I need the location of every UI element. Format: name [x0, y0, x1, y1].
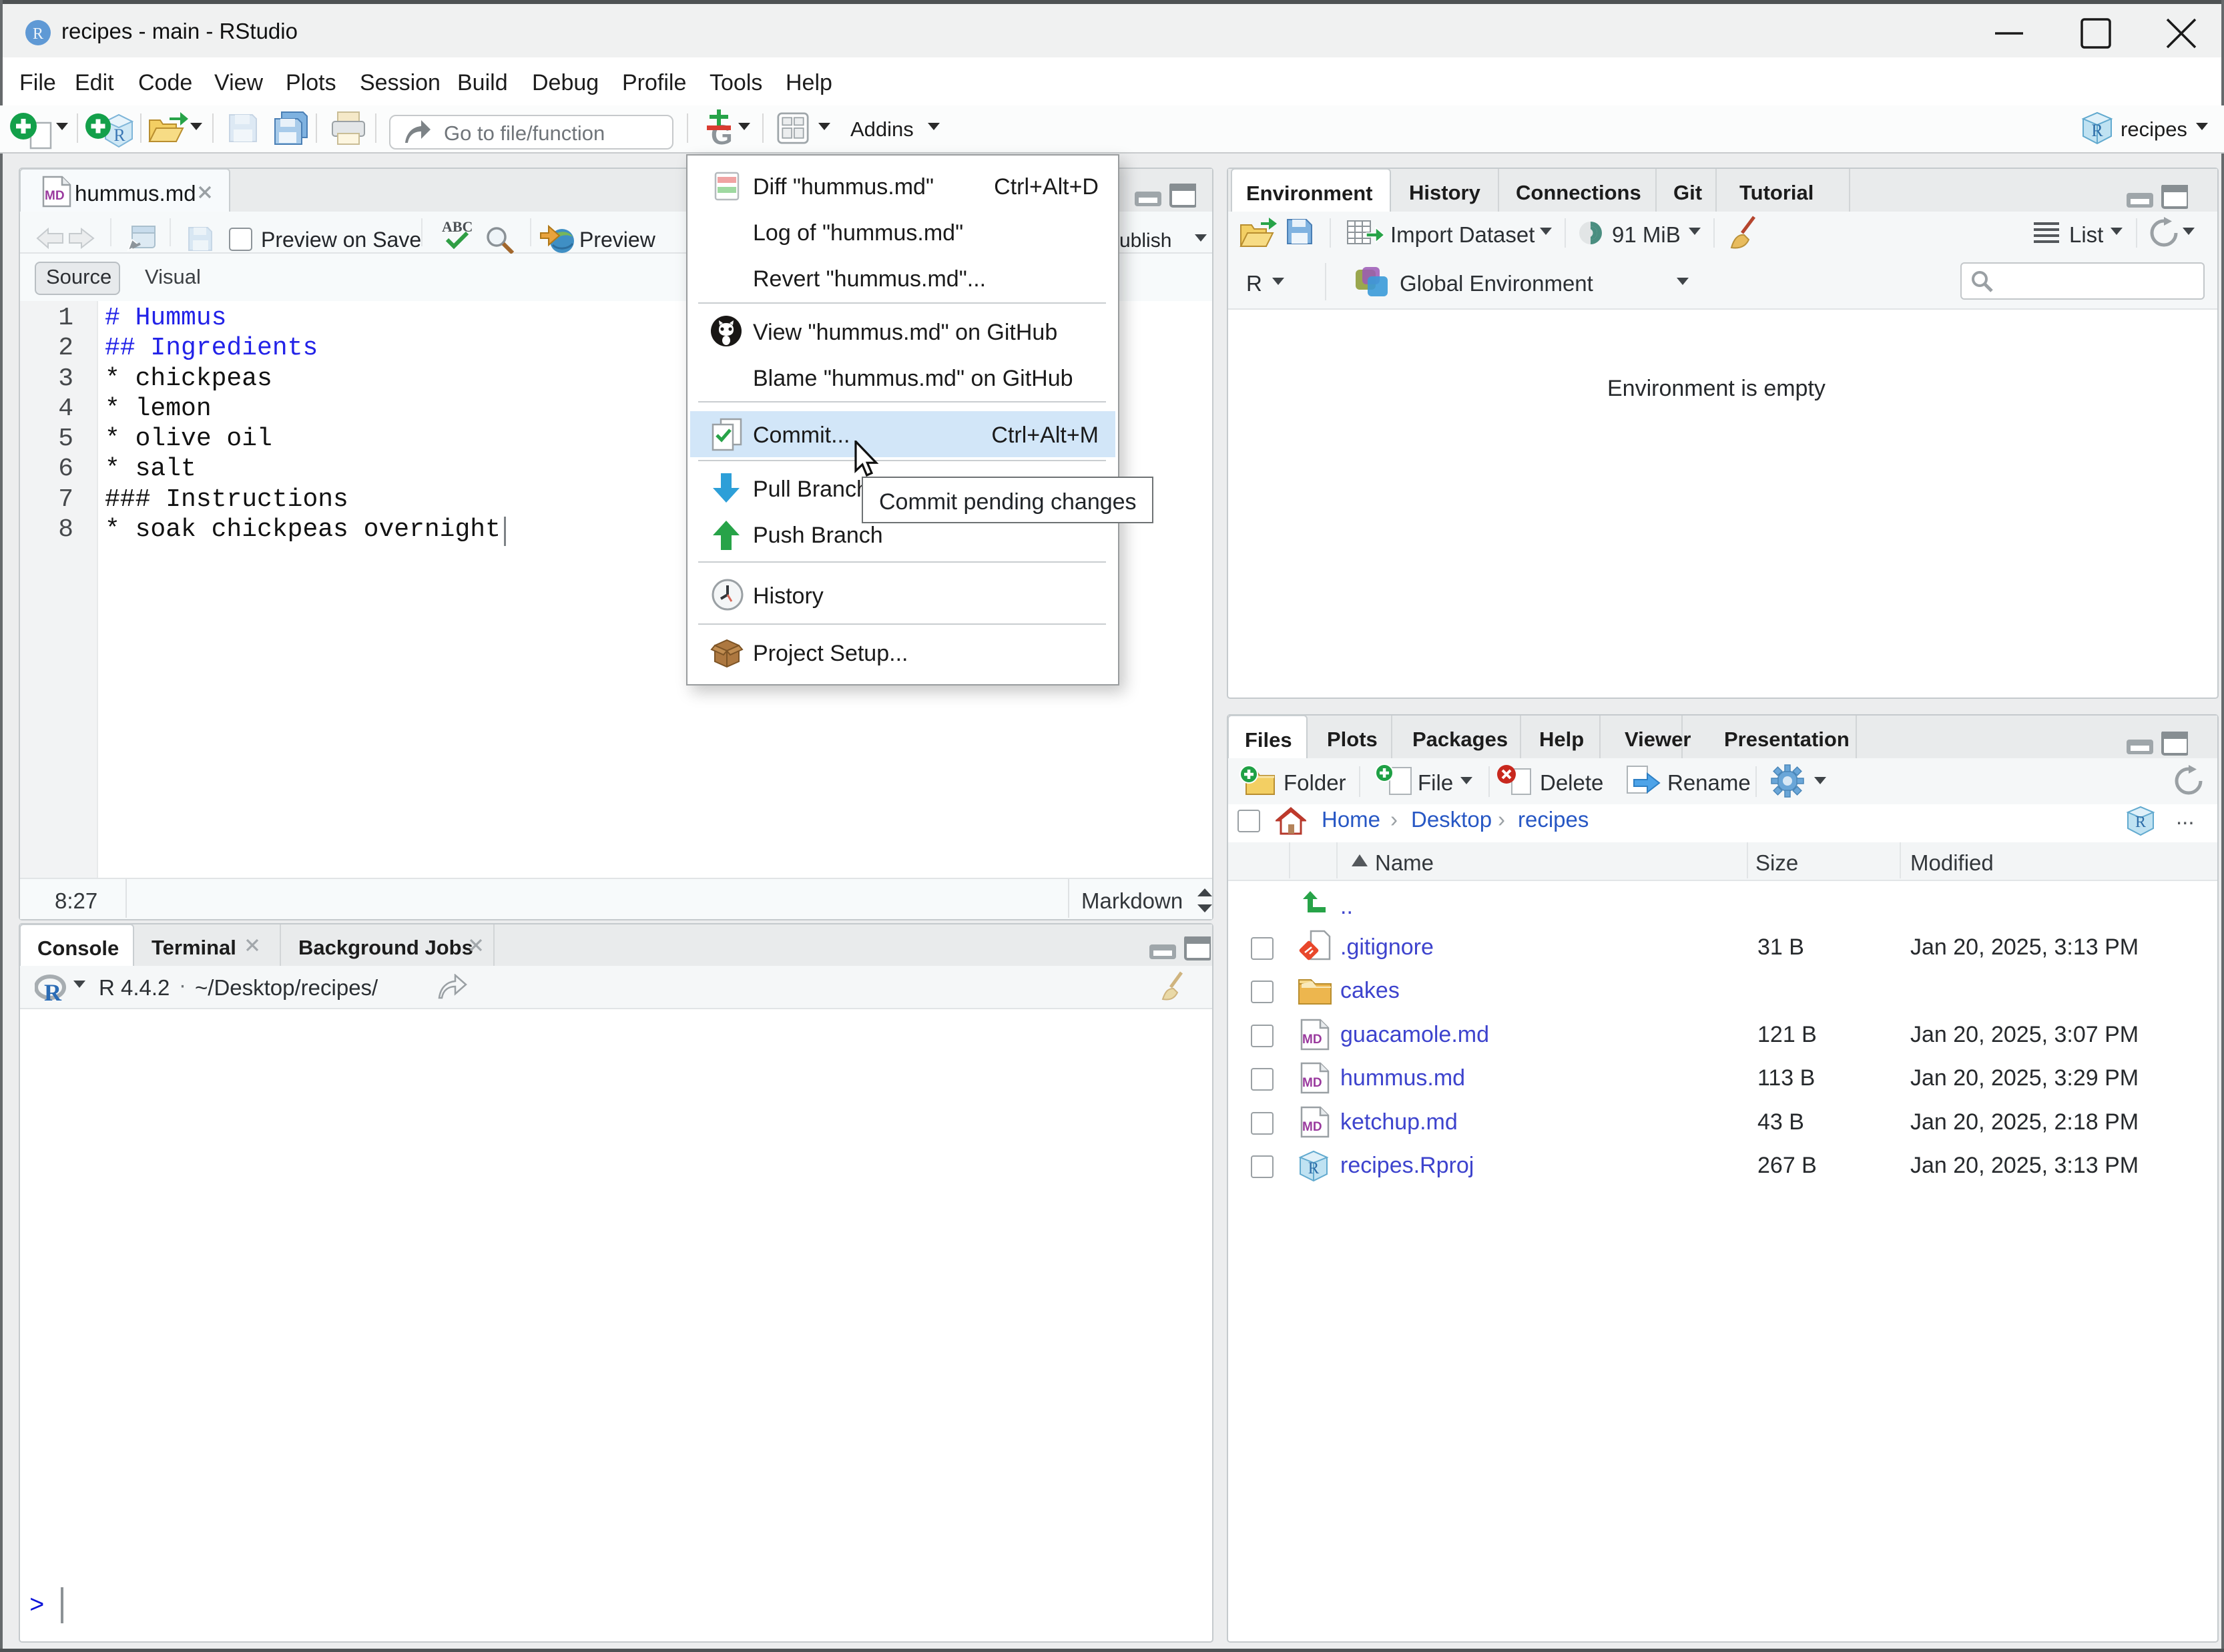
svg-text:G: G	[711, 119, 733, 147]
svg-text:R: R	[44, 979, 62, 1003]
svg-text:R: R	[2091, 121, 2103, 140]
svg-text:R: R	[2135, 814, 2146, 831]
svg-text:R: R	[33, 25, 43, 43]
svg-text:R: R	[113, 125, 125, 145]
svg-text:ABC: ABC	[442, 218, 473, 235]
svg-text:R: R	[1308, 1159, 1320, 1177]
svg-text:MD: MD	[1302, 1076, 1322, 1090]
svg-text:MD: MD	[45, 189, 65, 203]
svg-text:MD: MD	[1302, 1120, 1322, 1134]
svg-text:MD: MD	[1302, 1033, 1322, 1047]
